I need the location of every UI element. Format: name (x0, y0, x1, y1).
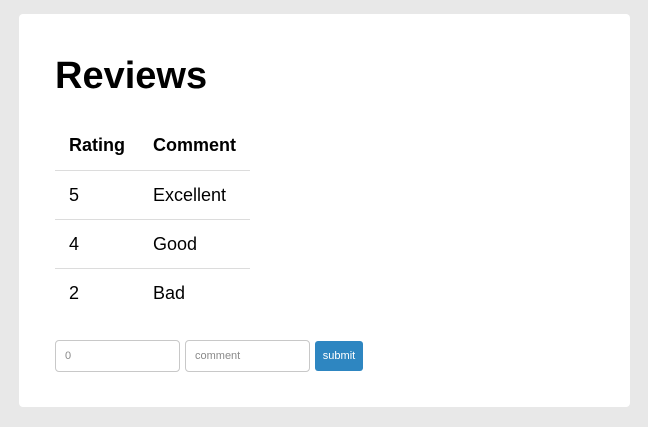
comment-cell: Good (139, 219, 251, 269)
comment-input[interactable] (185, 340, 310, 372)
table-row: 5 Excellent (55, 170, 251, 220)
submit-button[interactable]: submit (315, 341, 363, 371)
rating-cell: 4 (55, 219, 139, 269)
comment-column-header: Comment (153, 135, 237, 155)
rating-column-header: Rating (69, 135, 125, 155)
table-row: 2 Bad (55, 268, 251, 317)
rating-cell: 2 (55, 268, 139, 317)
page-title: Reviews (55, 55, 208, 97)
table-header-row: Rating Comment (55, 121, 250, 171)
rating-input[interactable] (55, 340, 180, 372)
rating-cell: 5 (55, 170, 139, 220)
reviews-table: Rating Comment 5 Excellent 4 Good 2 Bad (55, 121, 251, 317)
reviews-card: Reviews Rating Comment 5 Excellent 4 Goo… (19, 14, 630, 407)
comment-cell: Excellent (139, 170, 251, 220)
comment-cell: Bad (139, 268, 251, 317)
table-row: 4 Good (55, 219, 251, 269)
